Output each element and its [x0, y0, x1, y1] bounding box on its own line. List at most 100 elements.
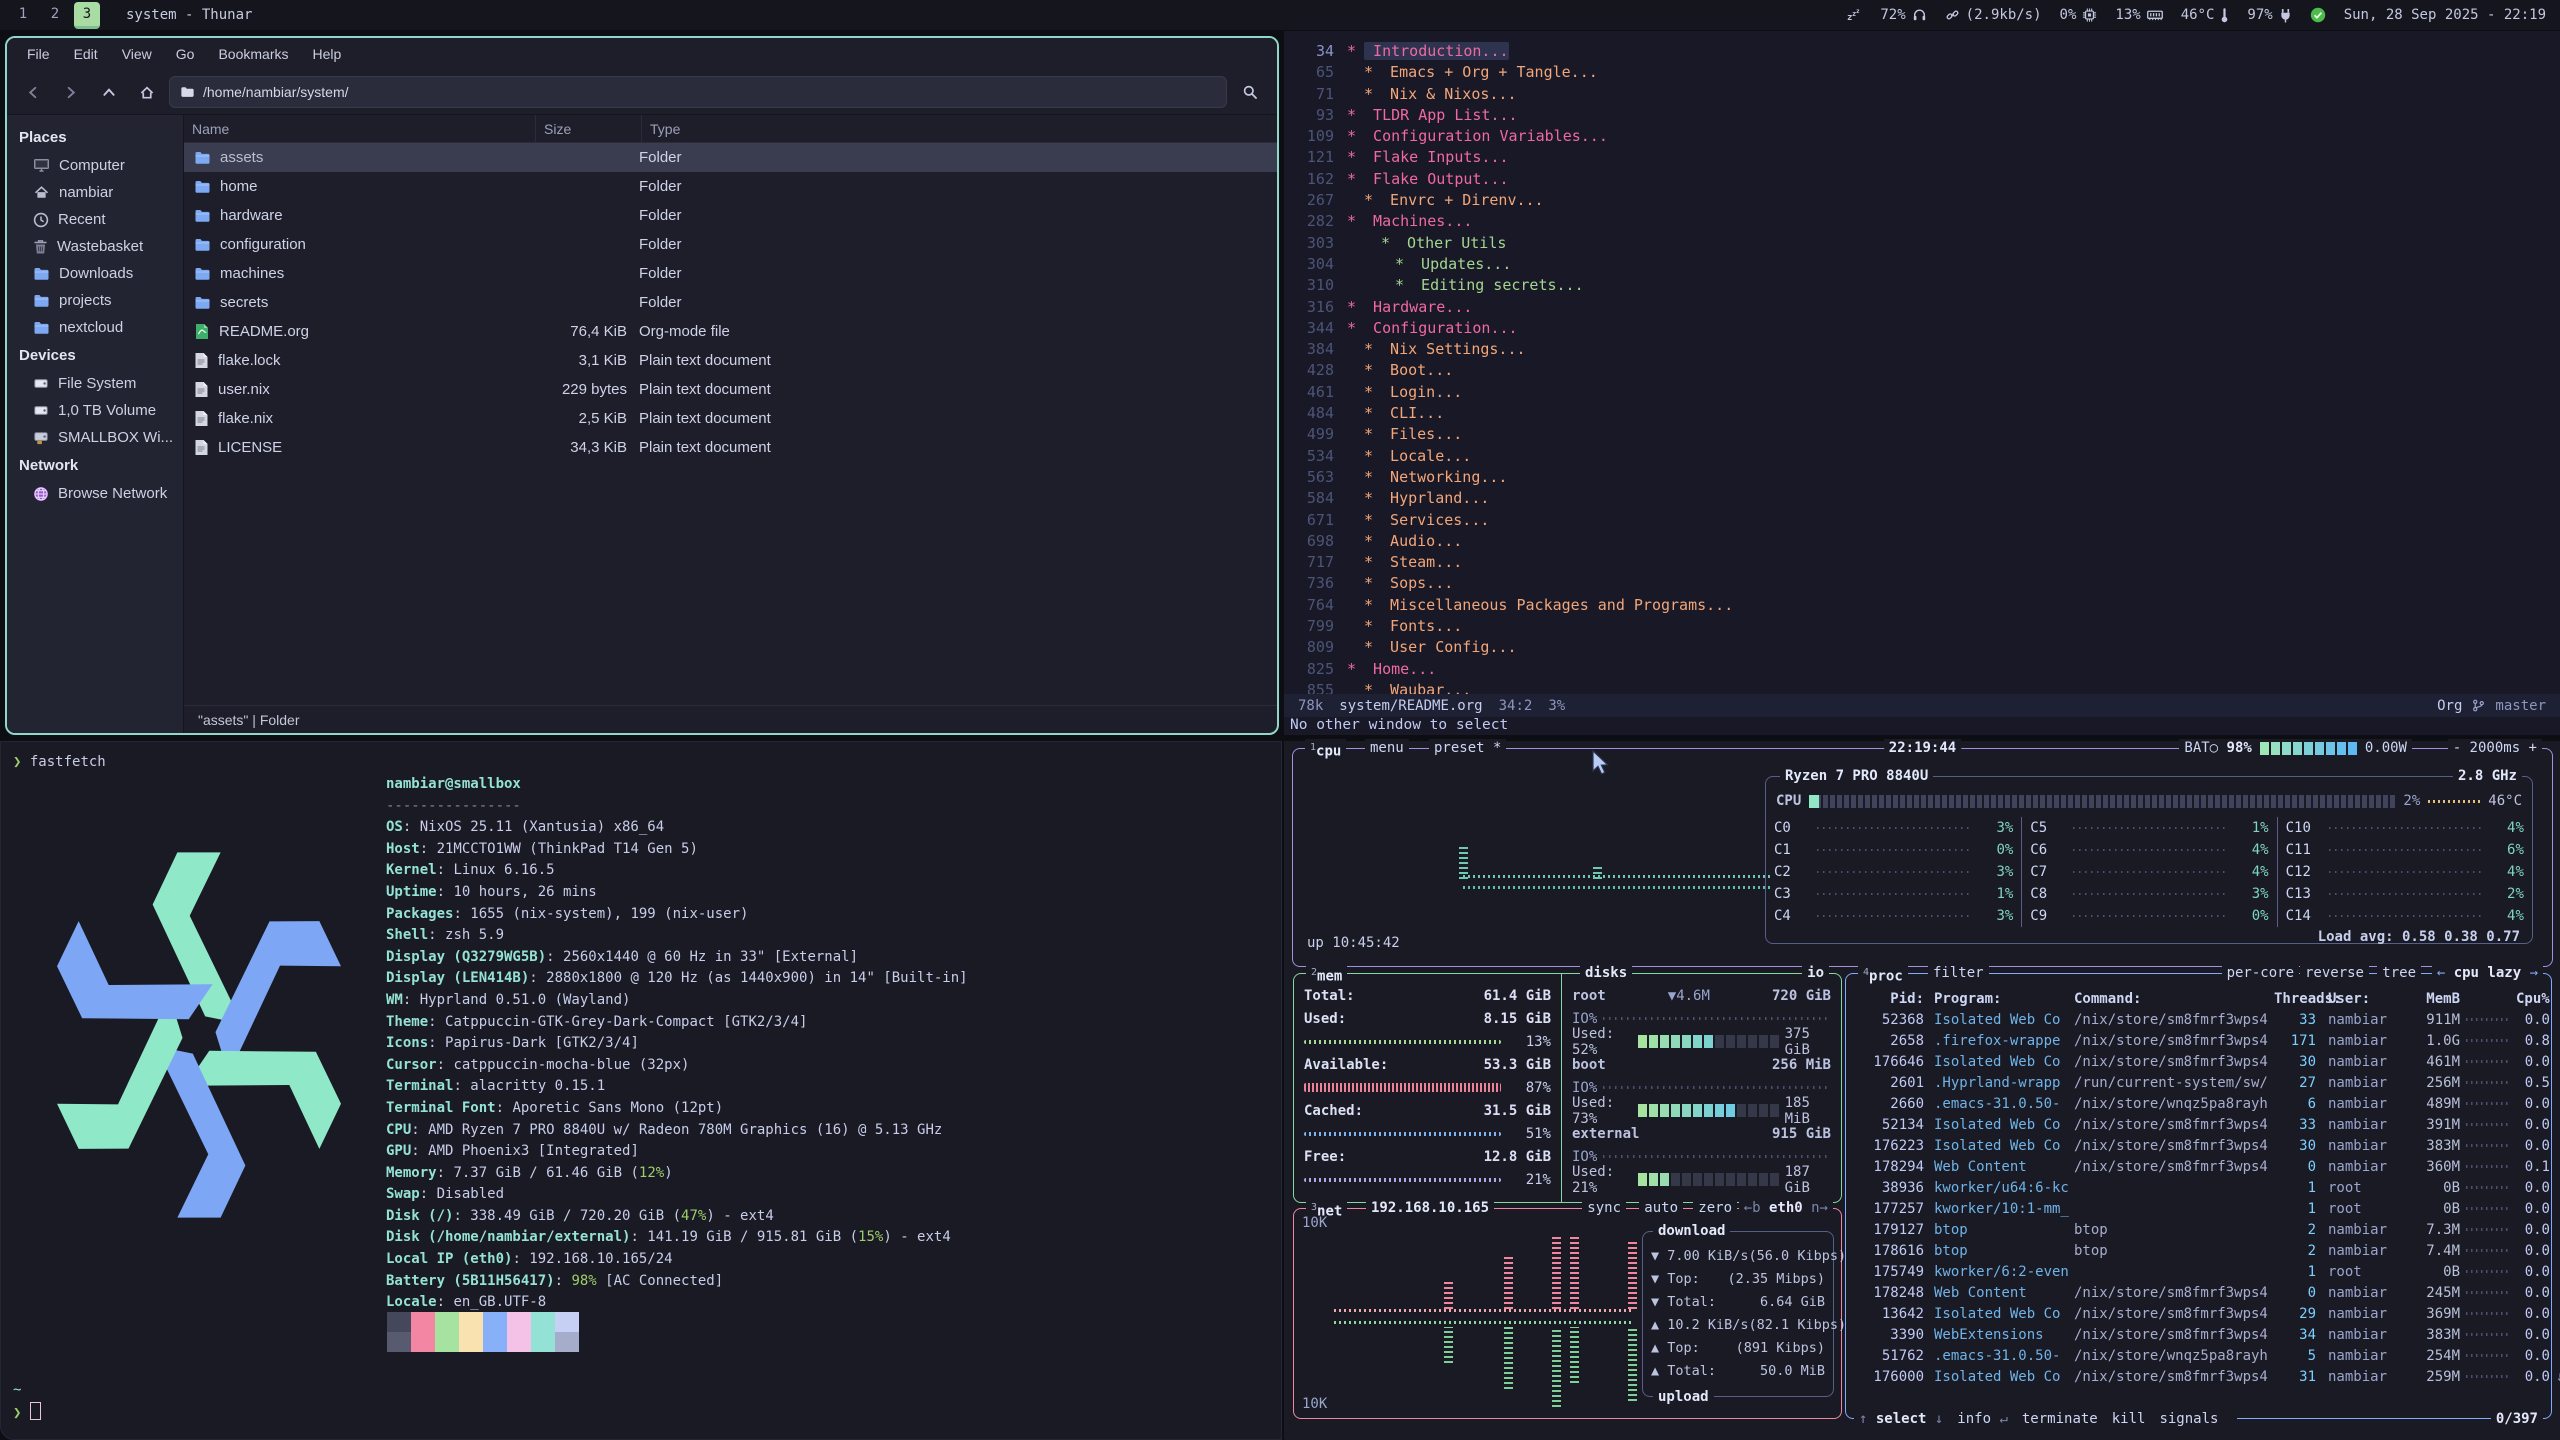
org-heading-line[interactable]: 825* Home... [1296, 659, 2560, 680]
proc-sort-control[interactable]: ← cpu lazy → [2432, 964, 2543, 982]
org-heading-line[interactable]: 717* Steam... [1296, 552, 2560, 573]
process-row[interactable]: 52368Isolated Web Co/nix/store/sm8fmrf3w… [1846, 1009, 2551, 1030]
back-button[interactable] [17, 77, 49, 107]
search-button[interactable] [1233, 77, 1267, 107]
process-row[interactable]: 38936kworker/u64:6-kc1root0B0.0 [1846, 1177, 2551, 1198]
sidebar-item-browse-network[interactable]: Browse Network [7, 480, 183, 507]
file-row[interactable]: secretsFolder [184, 288, 1277, 317]
org-heading-line[interactable]: 671* Services... [1296, 510, 2560, 531]
header-cpu[interactable]: Cpu% ↑ [2516, 991, 2550, 1007]
org-heading-line[interactable]: 303* Other Utils [1296, 233, 2560, 254]
cpu-box-title[interactable]: 1cpu [1305, 739, 1346, 761]
file-row[interactable]: configurationFolder [184, 230, 1277, 259]
workspace-1[interactable]: 1 [10, 2, 36, 26]
fastfetch-terminal-window[interactable]: ❯ fastfetch nambiar@smallbox------------… [0, 741, 1282, 1440]
footer-signals-button[interactable]: signals [2159, 1411, 2218, 1427]
sidebar-item-downloads[interactable]: Downloads [7, 260, 183, 287]
column-header-name[interactable]: Name [184, 115, 536, 142]
emacs-org-buffer[interactable]: 34* Introduction...65* Emacs + Org + Tan… [1284, 31, 2560, 695]
workspace-2[interactable]: 2 [42, 2, 68, 26]
process-row[interactable]: 13642Isolated Web Co/nix/store/sm8fmrf3w… [1846, 1303, 2551, 1324]
proc-tree-button[interactable]: tree [2377, 964, 2421, 982]
net-interface-switch[interactable]: ←b eth0 n→ [1739, 1199, 1833, 1217]
file-row[interactable]: LICENSE34,3 KiBPlain text document [184, 433, 1277, 462]
menu-button[interactable]: menu [1365, 739, 1409, 757]
org-heading-line[interactable]: 282* Machines... [1296, 211, 2560, 232]
process-row[interactable]: 51762.emacs-31.0.50-/nix/store/wnqz5pa8r… [1846, 1345, 2551, 1366]
org-heading-line[interactable]: 316* Hardware... [1296, 297, 2560, 318]
menu-help[interactable]: Help [303, 43, 352, 65]
path-bar[interactable]: /home/nambiar/system/ [169, 76, 1227, 108]
shell-prompt-bottom[interactable]: ~❯ [13, 1380, 41, 1424]
process-row[interactable]: 178294Web Content/nix/store/sm8fmrf3wps4… [1846, 1156, 2551, 1177]
net-sync-button[interactable]: sync [1582, 1199, 1626, 1217]
header-program[interactable]: Program: [1934, 991, 2074, 1007]
file-row[interactable]: README.org76,4 KiBOrg-mode file [184, 317, 1277, 346]
org-heading-line[interactable]: 121* Flake Inputs... [1296, 147, 2560, 168]
sidebar-item-wastebasket[interactable]: Wastebasket [7, 233, 183, 260]
org-heading-line[interactable]: 698* Audio... [1296, 531, 2560, 552]
process-row[interactable]: 2658.firefox-wrappe/nix/store/sm8fmrf3wp… [1846, 1030, 2551, 1051]
org-heading-line[interactable]: 384* Nix Settings... [1296, 339, 2560, 360]
org-heading-line[interactable]: 304* Updates... [1296, 254, 2560, 275]
proc-per-core-button[interactable]: per-core [2222, 964, 2299, 982]
sidebar-item-file-system[interactable]: File System [7, 370, 183, 397]
org-heading-line[interactable]: 428* Boot... [1296, 360, 2560, 381]
file-row[interactable]: flake.nix2,5 KiBPlain text document [184, 404, 1277, 433]
menu-bookmarks[interactable]: Bookmarks [208, 43, 298, 65]
interval-control[interactable]: - 2000ms + [2448, 739, 2542, 757]
sidebar-item-recent[interactable]: Recent [7, 206, 183, 233]
proc-box-title[interactable]: 4proc [1858, 964, 1908, 986]
process-row[interactable]: 177257kworker/10:1-mm_1root0B0.0 [1846, 1198, 2551, 1219]
disks-title[interactable]: disks [1580, 964, 1632, 982]
org-heading-line[interactable]: 809* User Config... [1296, 637, 2560, 658]
menu-go[interactable]: Go [166, 43, 205, 65]
org-heading-line[interactable]: 563* Networking... [1296, 467, 2560, 488]
org-heading-line[interactable]: 461* Login... [1296, 382, 2560, 403]
process-row[interactable]: 178248Web Content/nix/store/sm8fmrf3wps4… [1846, 1282, 2551, 1303]
org-heading-line[interactable]: 799* Fonts... [1296, 616, 2560, 637]
filter-button[interactable]: filter [1928, 964, 1989, 982]
forward-button[interactable] [55, 77, 87, 107]
column-header-type[interactable]: Type [642, 115, 1277, 142]
file-row[interactable]: user.nix229 bytesPlain text document [184, 375, 1277, 404]
sidebar-item-1-0-tb-volume[interactable]: 1,0 TB Volume [7, 397, 183, 424]
process-row[interactable]: 52134Isolated Web Co/nix/store/sm8fmrf3w… [1846, 1114, 2551, 1135]
org-heading-line[interactable]: 310* Editing secrets... [1296, 275, 2560, 296]
footer-kill-button[interactable]: kill [2112, 1411, 2146, 1427]
process-row[interactable]: 176646Isolated Web Co/nix/store/sm8fmrf3… [1846, 1051, 2551, 1072]
org-heading-line[interactable]: 93* TLDR App List... [1296, 105, 2560, 126]
file-row[interactable]: machinesFolder [184, 259, 1277, 288]
process-row[interactable]: 176223Isolated Web Co/nix/store/sm8fmrf3… [1846, 1135, 2551, 1156]
proc-reverse-button[interactable]: reverse [2300, 964, 2369, 982]
header-pid[interactable]: Pid: [1854, 991, 1924, 1007]
org-heading-line[interactable]: 499* Files... [1296, 424, 2560, 445]
file-row[interactable]: homeFolder [184, 172, 1277, 201]
process-row[interactable]: 3390WebExtensions/nix/store/sm8fmrf3wps4… [1846, 1324, 2551, 1345]
sidebar-item-computer[interactable]: Computer [7, 152, 183, 179]
org-heading-line[interactable]: 109* Configuration Variables... [1296, 126, 2560, 147]
sidebar-item-nextcloud[interactable]: nextcloud [7, 314, 183, 341]
process-row[interactable]: 179127btopbtop2nambiar7.3M0.0 [1846, 1219, 2551, 1240]
footer-info-button[interactable]: info ↵ [1957, 1411, 2008, 1427]
workspace-3[interactable]: 3 [74, 2, 100, 29]
net-zero-button[interactable]: zero [1693, 1199, 1737, 1217]
process-row[interactable]: 178616btopbtop2nambiar7.4M0.0 [1846, 1240, 2551, 1261]
org-heading-line[interactable]: 764* Miscellaneous Packages and Programs… [1296, 595, 2560, 616]
process-row[interactable]: 2660.emacs-31.0.50-/nix/store/wnqz5pa8ra… [1846, 1093, 2551, 1114]
header-threads[interactable]: Threads: [2274, 991, 2316, 1007]
header-mem[interactable]: MemB [2414, 991, 2460, 1007]
menu-view[interactable]: View [112, 43, 162, 65]
file-row[interactable]: hardwareFolder [184, 201, 1277, 230]
org-heading-line[interactable]: 344* Configuration... [1296, 318, 2560, 339]
sidebar-item-smallbox-wi-[interactable]: SMALLBOX Wi... [7, 424, 183, 451]
process-row[interactable]: 176000Isolated Web Co/nix/store/sm8fmrf3… [1846, 1366, 2551, 1387]
process-row[interactable]: 2601.Hyprland-wrapp/run/current-system/s… [1846, 1072, 2551, 1093]
header-user[interactable]: User: [2328, 991, 2414, 1007]
preset-button[interactable]: preset * [1429, 739, 1506, 757]
footer-select-button[interactable]: ↑ select ↓ [1859, 1411, 1943, 1427]
process-row[interactable]: 175749kworker/6:2-even1root0B0.0 [1846, 1261, 2551, 1282]
sidebar-item-projects[interactable]: projects [7, 287, 183, 314]
sidebar-item-nambiar[interactable]: nambiar [7, 179, 183, 206]
org-heading-line[interactable]: 584* Hyprland... [1296, 488, 2560, 509]
